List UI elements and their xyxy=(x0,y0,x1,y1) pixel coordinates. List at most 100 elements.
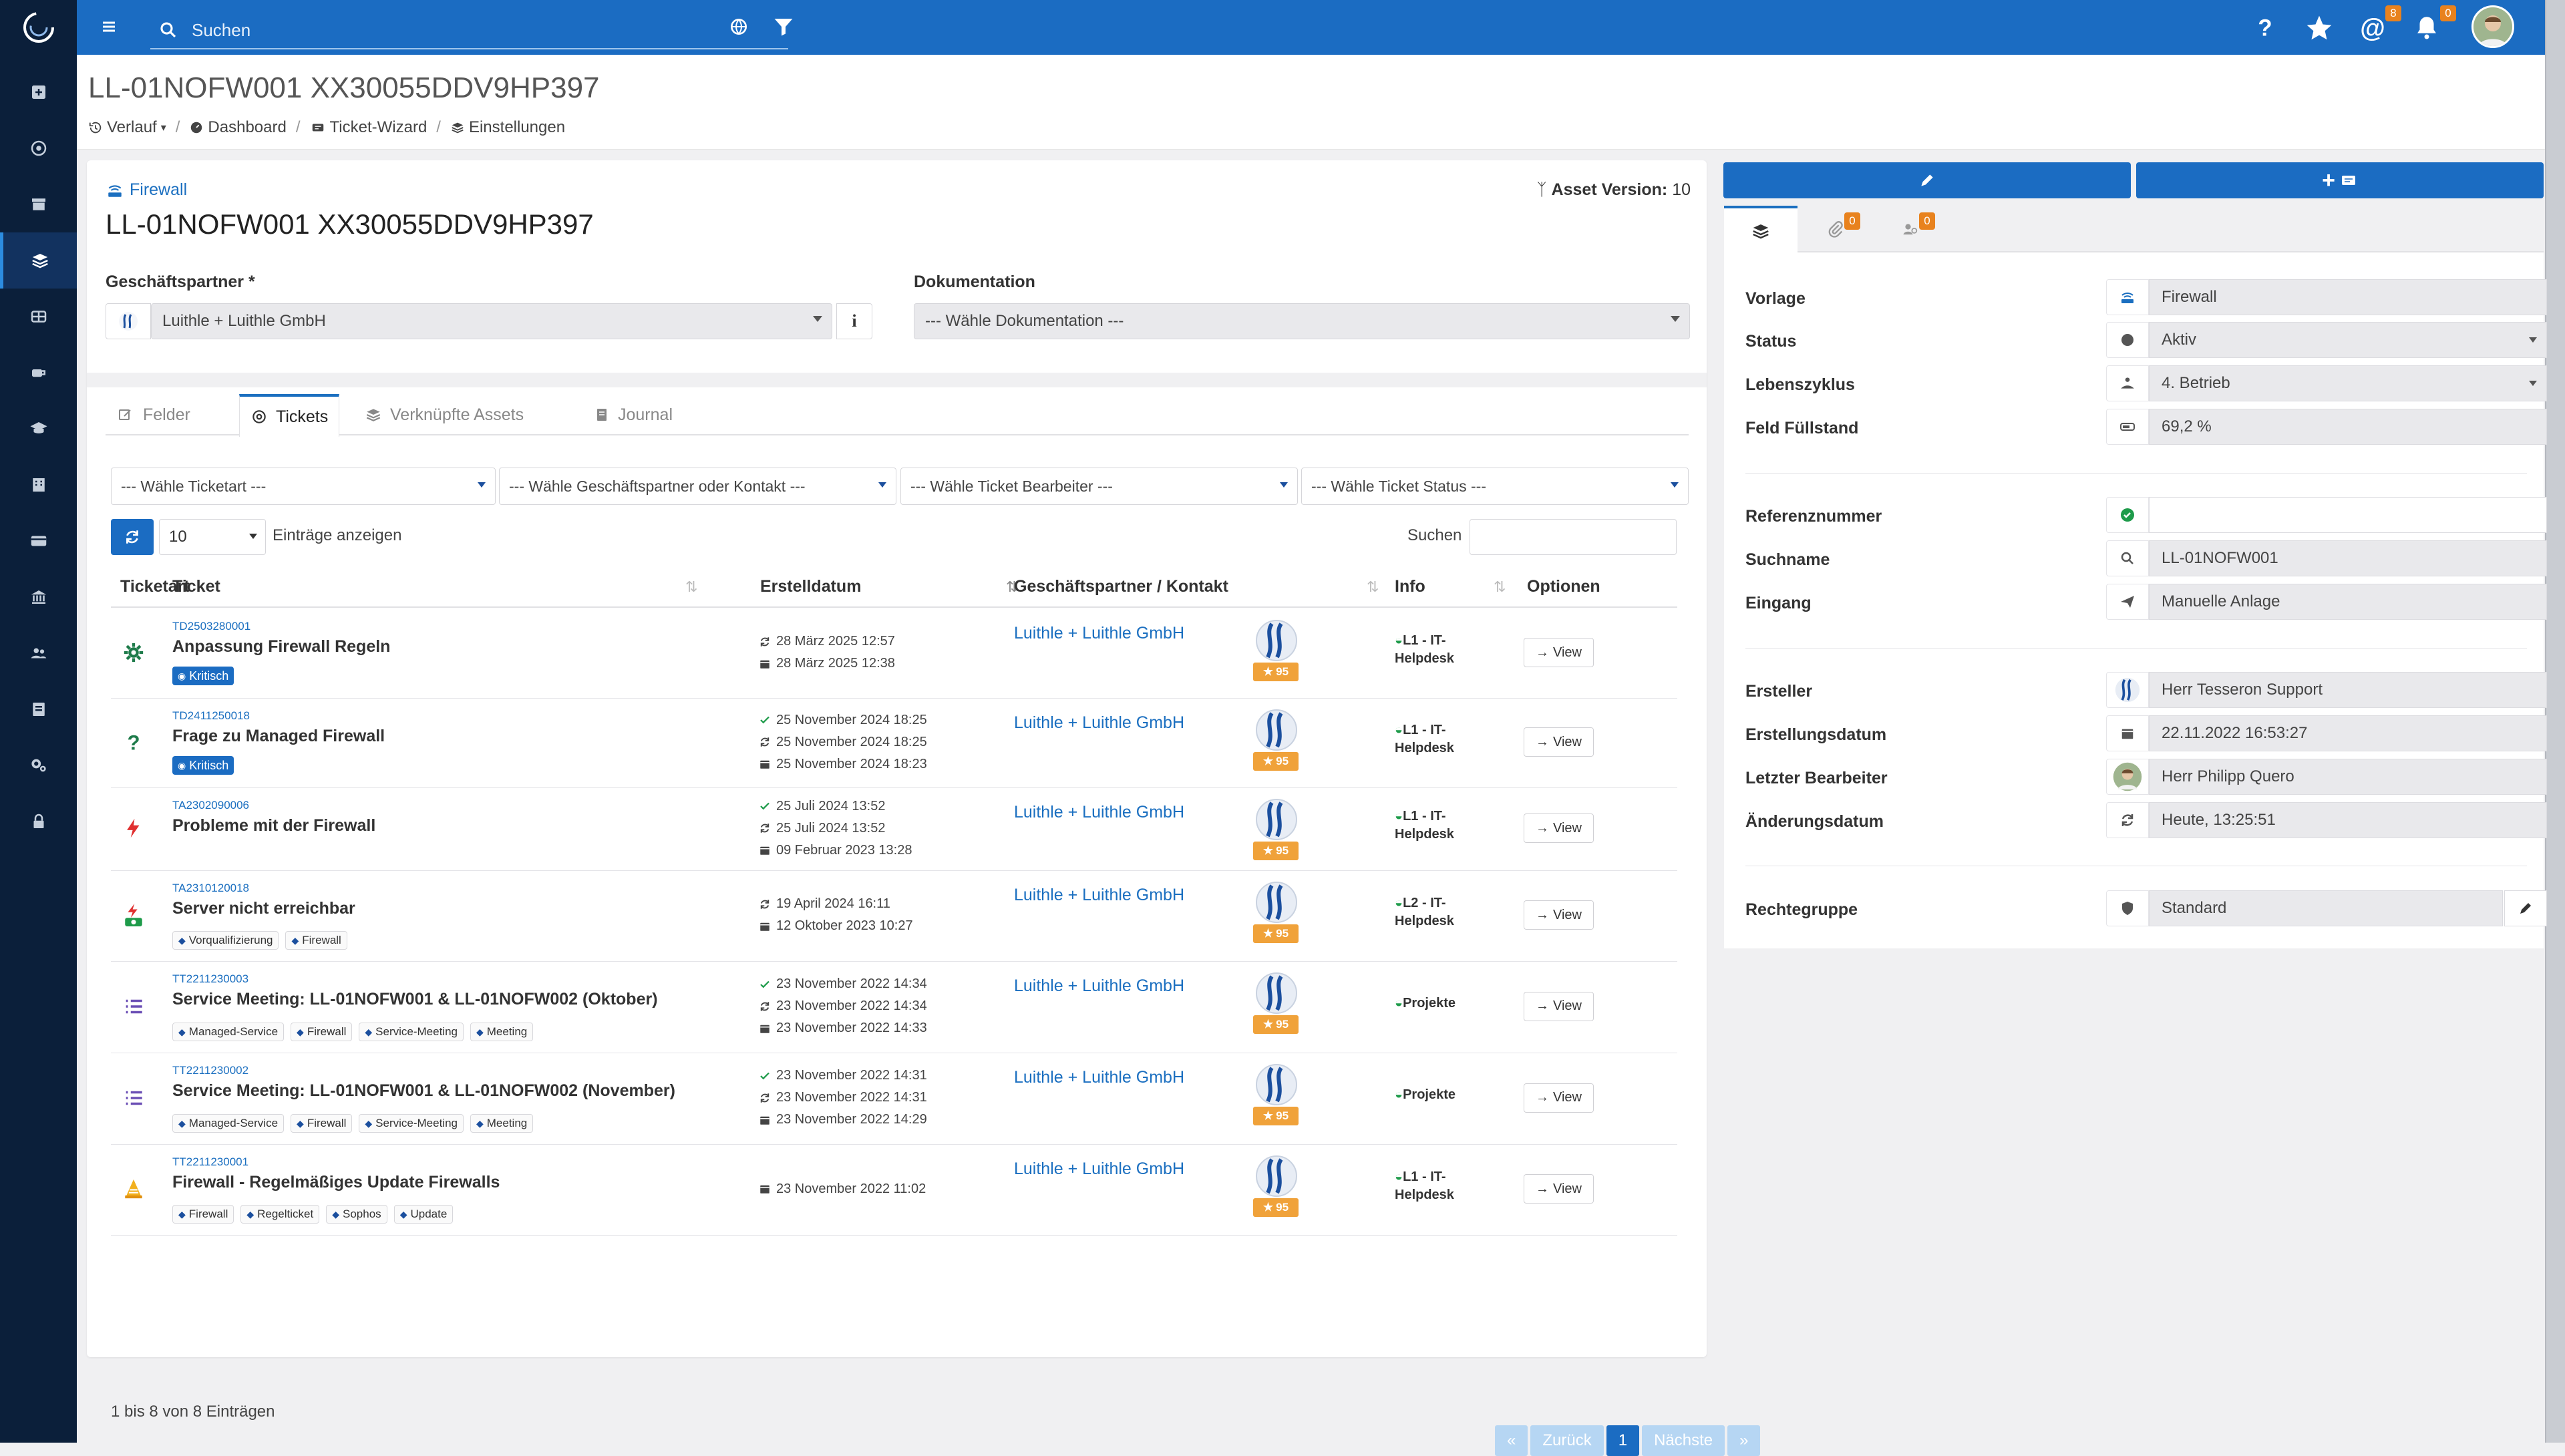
table-row[interactable]: TT2211230001 Firewall - Regelmäßiges Upda… xyxy=(111,1145,1677,1236)
documentation-select[interactable]: --- Wähle Dokumentation --- xyxy=(914,303,1690,339)
tab-felder[interactable]: Felder xyxy=(106,394,201,435)
ticket-number-link[interactable]: TT2211230001 xyxy=(172,1155,248,1169)
view-button[interactable]: → View xyxy=(1524,900,1594,930)
next-page-button[interactable]: Nächste xyxy=(1642,1425,1725,1456)
breadcrumb-dashboard[interactable]: Dashboard xyxy=(189,118,287,137)
asset-type-link[interactable]: Firewall xyxy=(106,180,187,200)
view-button[interactable]: → View xyxy=(1524,1083,1594,1113)
filter-status[interactable]: --- Wähle Ticket Status --- xyxy=(1301,468,1689,505)
tag[interactable]: ◆ Meeting xyxy=(470,1114,534,1133)
tag[interactable]: ◆ Service-Meeting xyxy=(359,1023,464,1041)
ticket-title[interactable]: Probleme mit der Firewall xyxy=(172,816,375,836)
breadcrumb-ticket-wizard[interactable]: Ticket-Wizard xyxy=(310,118,427,137)
search-input[interactable] xyxy=(190,17,765,43)
partner-link[interactable]: Luithle + Luithle GmbH xyxy=(1014,1068,1184,1087)
nav-card-icon[interactable] xyxy=(0,513,77,569)
page-scrollbar[interactable] xyxy=(2545,0,2565,1443)
tag[interactable]: ◆ Firewall xyxy=(172,1205,234,1224)
partner-select[interactable]: Luithle + Luithle GmbH xyxy=(151,303,832,339)
col-info[interactable]: Info xyxy=(1395,577,1425,596)
table-row[interactable]: TD2503280001 Anpassung Firewall Regeln ◉ Kr… xyxy=(111,609,1677,699)
last-page-button[interactable]: » xyxy=(1727,1425,1761,1456)
nav-add-icon[interactable] xyxy=(0,64,77,120)
nav-globe-icon[interactable] xyxy=(0,289,77,345)
info-icon[interactable]: i xyxy=(836,303,872,339)
partner-avatar[interactable] xyxy=(1254,618,1299,663)
partner-link[interactable]: Luithle + Luithle GmbH xyxy=(1014,713,1184,733)
table-search-input[interactable] xyxy=(1470,519,1677,555)
partner-link[interactable]: Luithle + Luithle GmbH xyxy=(1014,976,1184,996)
partner-link[interactable]: Luithle + Luithle GmbH xyxy=(1014,1159,1184,1179)
tag[interactable]: ◆ Service-Meeting xyxy=(359,1114,464,1133)
nav-layers-icon[interactable] xyxy=(0,232,77,289)
page-1-button[interactable]: 1 xyxy=(1606,1425,1640,1456)
page-size-select[interactable]: 10 xyxy=(159,519,266,555)
view-button[interactable]: → View xyxy=(1524,638,1594,667)
property-value[interactable]: 4. Betrieb xyxy=(2149,365,2547,401)
nav-bank-icon[interactable] xyxy=(0,569,77,625)
table-row[interactable]: TT2211230002 Service Meeting: LL-01NOFW00… xyxy=(111,1053,1677,1145)
tab-tickets[interactable]: Tickets xyxy=(239,394,340,437)
edit-permission-button[interactable] xyxy=(2504,890,2547,926)
ticket-number-link[interactable]: TT2211230003 xyxy=(172,972,248,986)
sort-icon[interactable]: ⇅ xyxy=(1367,578,1379,596)
tag[interactable]: ◆ Meeting xyxy=(470,1023,534,1041)
star-icon[interactable] xyxy=(2304,13,2334,43)
tag[interactable]: ◆ Firewall xyxy=(291,1114,353,1133)
nav-graduation-icon[interactable] xyxy=(0,401,77,457)
tag[interactable]: ◆ Vorqualifizierung xyxy=(172,931,279,950)
tag[interactable]: ◆ Managed-Service xyxy=(172,1114,285,1133)
nav-archive-icon[interactable] xyxy=(0,176,77,232)
sort-icon[interactable]: ⇅ xyxy=(685,578,697,596)
partner-link[interactable]: Luithle + Luithle GmbH xyxy=(1014,886,1184,905)
nav-document-icon[interactable] xyxy=(0,681,77,737)
add-ticket-button[interactable]: + xyxy=(2136,162,2544,198)
nav-settings-icon[interactable] xyxy=(0,737,77,793)
tag[interactable]: ◆ Firewall xyxy=(285,931,347,950)
globe-icon[interactable] xyxy=(728,16,749,37)
partner-avatar[interactable] xyxy=(1254,708,1299,752)
help-icon[interactable]: ? xyxy=(2251,13,2279,41)
ticket-number-link[interactable]: TD2503280001 xyxy=(172,620,250,633)
table-row[interactable]: TA2310120018 Server nicht erreichbar ◆ Vorq… xyxy=(111,871,1677,962)
view-button[interactable]: → View xyxy=(1524,1174,1594,1204)
panel-tab-contacts[interactable]: 0 xyxy=(1874,206,1947,252)
tag[interactable]: ◆ Regelticket xyxy=(240,1205,320,1224)
tab-linked-assets[interactable]: Verknüpfte Assets xyxy=(354,394,534,435)
ticket-title[interactable]: Service Meeting: LL-01NOFW001 & LL-01NOF… xyxy=(172,1081,675,1101)
tab-journal[interactable]: Journal xyxy=(583,394,683,435)
property-value[interactable] xyxy=(2149,497,2547,533)
nav-target-icon[interactable] xyxy=(0,120,77,176)
ticket-title[interactable]: Frage zu Managed Firewall xyxy=(172,727,385,746)
col-created[interactable]: Erstelldatum xyxy=(760,577,861,596)
filter-icon[interactable] xyxy=(772,15,796,39)
edit-button[interactable] xyxy=(1723,162,2131,198)
prev-page-button[interactable]: Zurück xyxy=(1530,1425,1604,1456)
refresh-button[interactable] xyxy=(111,519,154,555)
filter-partner[interactable]: --- Wähle Geschäftspartner oder Kontakt … xyxy=(499,468,896,505)
view-button[interactable]: → View xyxy=(1524,727,1594,757)
ticket-title[interactable]: Anpassung Firewall Regeln xyxy=(172,637,390,657)
sort-icon[interactable]: ⇅ xyxy=(1494,578,1506,596)
table-row[interactable]: ? TD2411250018 Frage zu Managed Firewall ◉ K… xyxy=(111,699,1677,788)
ticket-title[interactable]: Firewall - Regelmäßiges Update Firewalls xyxy=(172,1173,500,1192)
ticket-number-link[interactable]: TD2411250018 xyxy=(172,709,250,723)
partner-link[interactable]: Luithle + Luithle GmbH xyxy=(1014,803,1184,822)
ticket-title[interactable]: Service Meeting: LL-01NOFW001 & LL-01NOF… xyxy=(172,990,658,1009)
panel-tab-properties[interactable] xyxy=(1724,206,1798,254)
breadcrumb-history[interactable]: Verlauf ▾ xyxy=(88,118,166,137)
partner-avatar[interactable] xyxy=(1254,880,1299,924)
partner-avatar[interactable] xyxy=(1254,971,1299,1015)
user-avatar[interactable] xyxy=(2471,5,2514,48)
view-button[interactable]: → View xyxy=(1524,991,1594,1021)
property-value[interactable]: Aktiv xyxy=(2149,322,2547,358)
table-row[interactable]: TA2302090006 Probleme mit der Firewall 25 … xyxy=(111,788,1677,871)
ticket-number-link[interactable]: TA2302090006 xyxy=(172,799,249,812)
tag[interactable]: ◆ Managed-Service xyxy=(172,1023,285,1041)
col-partner[interactable]: Geschäftspartner / Kontakt xyxy=(1014,577,1228,596)
view-button[interactable]: → View xyxy=(1524,813,1594,843)
partner-avatar[interactable] xyxy=(1254,1063,1299,1107)
mention-icon[interactable]: @ xyxy=(2358,13,2387,43)
nav-lock-icon[interactable] xyxy=(0,793,77,850)
ticket-number-link[interactable]: TA2310120018 xyxy=(172,882,249,895)
